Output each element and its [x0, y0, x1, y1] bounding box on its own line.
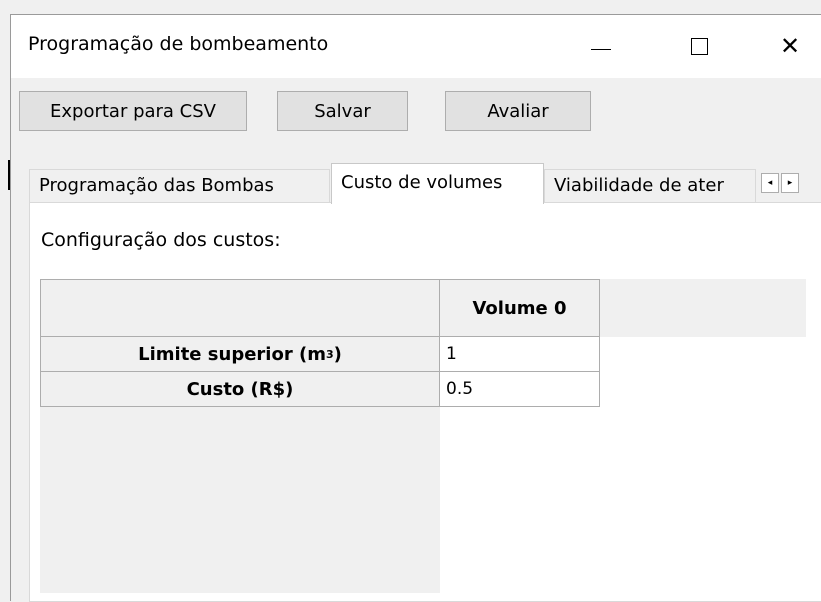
maximize-icon	[690, 37, 708, 55]
cell-limite-superior-volume-0[interactable]: 1	[440, 337, 600, 372]
chevron-right-icon: ▸	[787, 178, 793, 188]
minimize-icon	[591, 48, 611, 50]
tab-scroll-left-button[interactable]: ◂	[761, 173, 779, 193]
tab-custo-volumes[interactable]: Custo de volumes	[331, 163, 544, 204]
row-header-label: Limite superior (m	[138, 343, 326, 365]
export-csv-button[interactable]: Exportar para CSV	[19, 91, 247, 131]
config-label: Configuração dos custos:	[41, 229, 281, 251]
close-button[interactable]: ✕	[767, 23, 813, 69]
evaluate-button[interactable]: Avaliar	[445, 91, 591, 131]
column-header-volume-0[interactable]: Volume 0	[440, 279, 600, 337]
row-header-custo[interactable]: Custo (R$)	[40, 372, 440, 407]
title-bar[interactable]: Programação de bombeamento ✕	[11, 15, 821, 78]
maximize-button[interactable]	[676, 23, 722, 69]
window-title: Programação de bombeamento	[28, 33, 329, 55]
app-window: Programação de bombeamento ✕ Exportar pa…	[10, 14, 821, 602]
close-icon: ✕	[779, 32, 801, 60]
row-header-superscript: 3	[325, 347, 334, 361]
tab-panel-custo-volumes: Configuração dos custos: Volume 0 Limite…	[29, 202, 821, 602]
row-header-limite-superior[interactable]: Limite superior (m 3)	[40, 337, 440, 372]
tab-viabilidade[interactable]: Viabilidade de ater	[544, 169, 756, 203]
grid-corner-header[interactable]	[40, 279, 440, 337]
tab-bar: Programação das Bombas Custo de volumes …	[11, 163, 821, 204]
cell-custo-volume-0[interactable]: 0.5	[440, 372, 600, 407]
chevron-left-icon: ◂	[767, 178, 773, 188]
tab-programacao-bombas[interactable]: Programação das Bombas	[29, 169, 330, 203]
grid-header-extension	[600, 279, 806, 337]
save-button[interactable]: Salvar	[277, 91, 408, 131]
row-header-label: Custo (R$)	[186, 378, 294, 400]
row-header-suffix: )	[333, 343, 342, 365]
tab-scroll-right-button[interactable]: ▸	[781, 173, 799, 193]
minimize-button[interactable]	[578, 23, 624, 69]
